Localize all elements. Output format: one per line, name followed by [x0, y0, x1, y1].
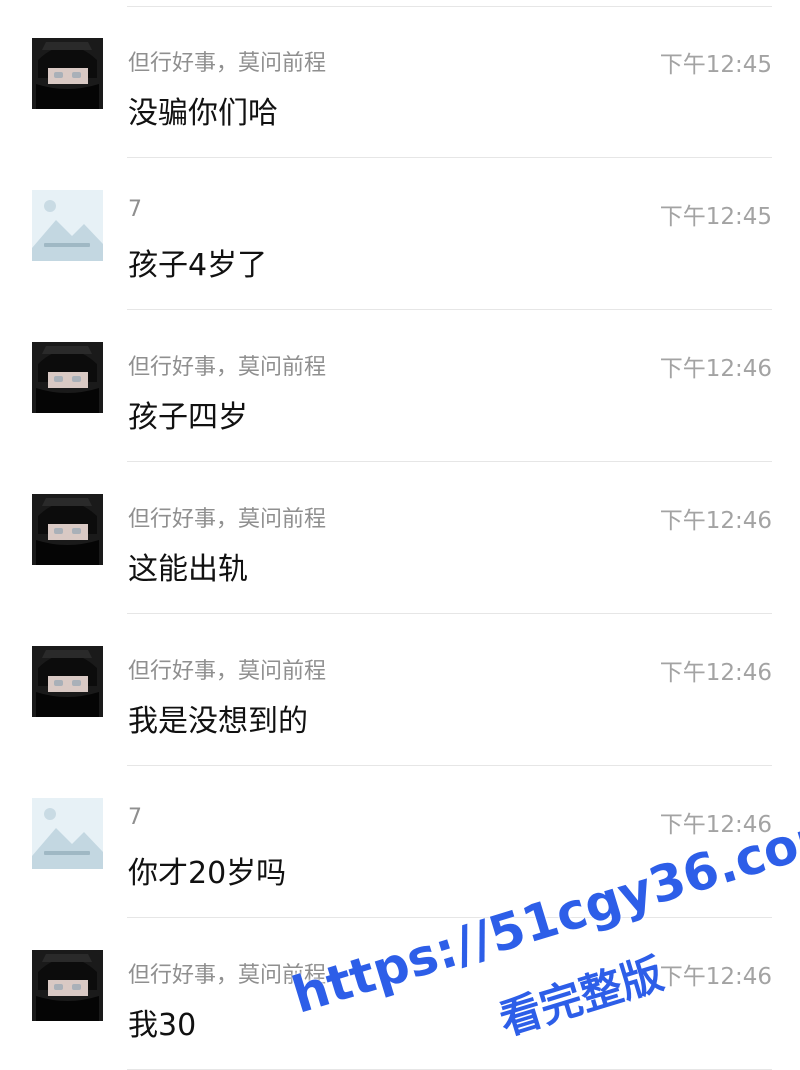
chat-message[interactable]: 但行好事，莫问前程 下午12:46 我30 [0, 918, 800, 1070]
message-text: 我30 [128, 1008, 197, 1043]
landscape-placeholder-avatar[interactable] [32, 190, 103, 261]
message-text: 孩子4岁了 [128, 248, 268, 283]
anime-girl-avatar[interactable] [32, 950, 103, 1021]
message-text: 你才20岁吗 [128, 856, 287, 891]
sender-name: 7 [128, 197, 142, 222]
message-time: 下午12:46 [659, 356, 772, 382]
anime-girl-avatar[interactable] [32, 342, 103, 413]
sender-name: 但行好事，莫问前程 [128, 51, 327, 76]
sender-name: 但行好事，莫问前程 [128, 355, 327, 380]
landscape-placeholder-avatar[interactable] [32, 798, 103, 869]
message-time: 下午12:46 [659, 508, 772, 534]
message-time: 下午12:46 [659, 964, 772, 990]
chat-message[interactable]: 但行好事，莫问前程 下午12:45 没骗你们哈 [0, 6, 800, 158]
message-time: 下午12:46 [659, 812, 772, 838]
anime-girl-avatar[interactable] [32, 38, 103, 109]
sender-name: 但行好事，莫问前程 [128, 659, 327, 684]
message-text: 没骗你们哈 [128, 96, 278, 131]
chat-message[interactable]: 但行好事，莫问前程 下午12:46 我是没想到的 [0, 614, 800, 766]
message-time: 下午12:45 [659, 52, 772, 78]
chat-message-list: 但行好事，莫问前程 下午12:45 没骗你们哈 7 下午12:45 孩子4岁了 [0, 0, 800, 1070]
message-text: 我是没想到的 [128, 704, 308, 739]
message-text: 孩子四岁 [128, 400, 248, 435]
sender-name: 但行好事，莫问前程 [128, 963, 327, 988]
chat-message[interactable]: 但行好事，莫问前程 下午12:46 孩子四岁 [0, 310, 800, 462]
chat-message[interactable]: 7 下午12:45 孩子4岁了 [0, 158, 800, 310]
chat-message[interactable]: 但行好事，莫问前程 下午12:46 这能出轨 [0, 462, 800, 614]
message-time: 下午12:45 [659, 204, 772, 230]
anime-girl-avatar[interactable] [32, 646, 103, 717]
chat-message[interactable]: 7 下午12:46 你才20岁吗 [0, 766, 800, 918]
message-text: 这能出轨 [128, 552, 248, 587]
sender-name: 但行好事，莫问前程 [128, 507, 327, 532]
anime-girl-avatar[interactable] [32, 494, 103, 565]
message-time: 下午12:46 [659, 660, 772, 686]
sender-name: 7 [128, 805, 142, 830]
